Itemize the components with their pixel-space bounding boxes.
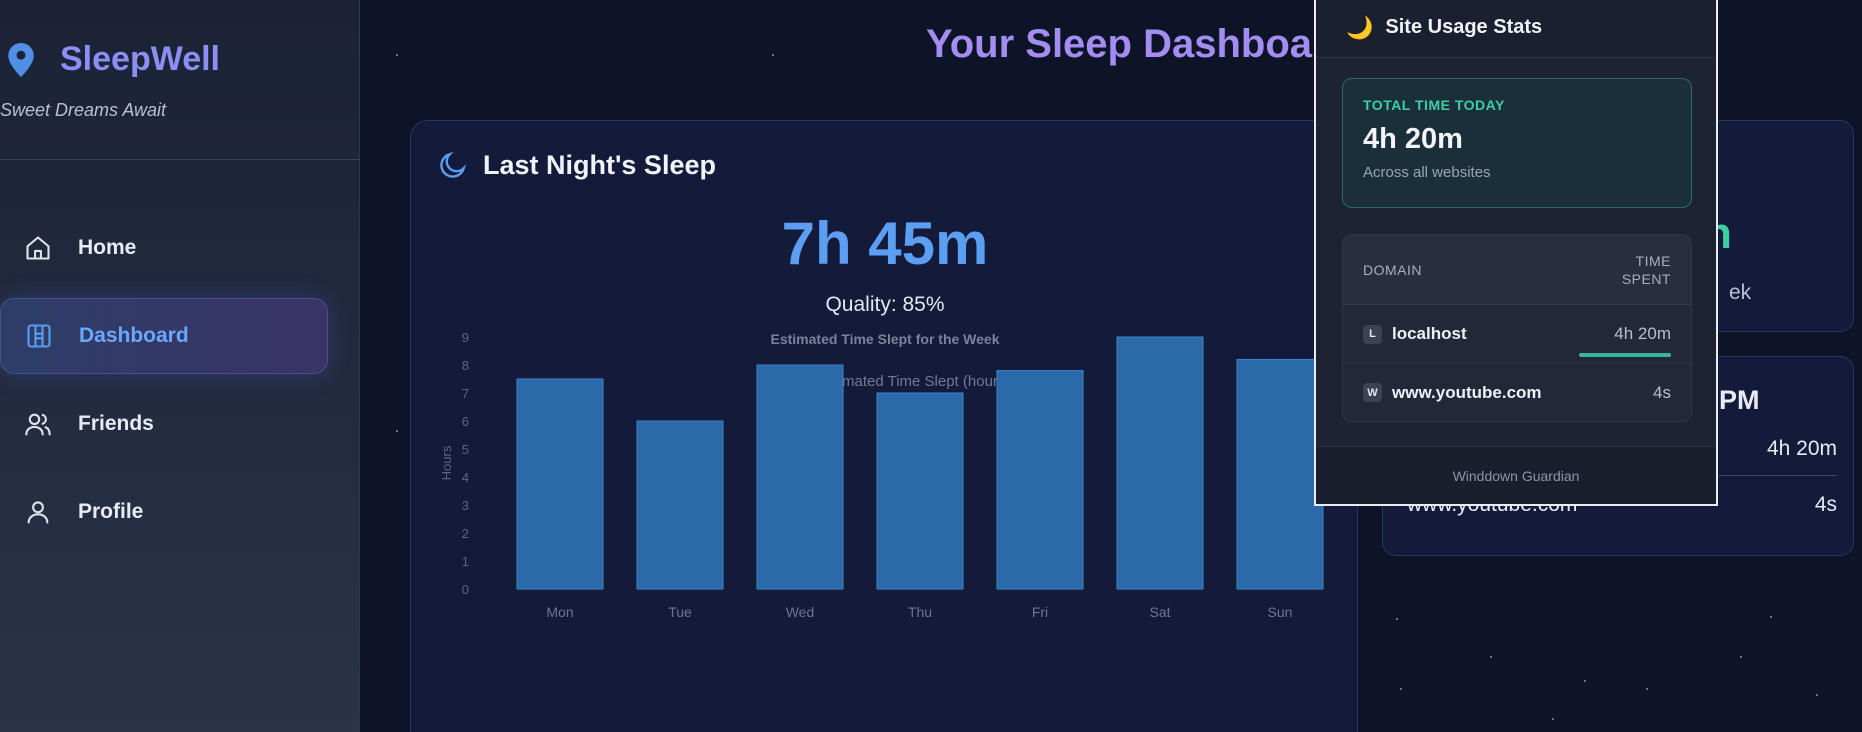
star [772, 54, 774, 56]
sidebar-item-label: Home [78, 236, 137, 259]
brand-tagline: Sweet Dreams Await [0, 100, 167, 120]
total-subtitle: Across all websites [1363, 164, 1491, 181]
y-tick-label: 2 [462, 526, 469, 541]
sidebar-item-friends[interactable]: Friends [0, 386, 328, 462]
total-time-box: TOTAL TIME TODAY 4h 20m Across all websi… [1342, 78, 1692, 208]
chart-bar [756, 364, 844, 590]
y-tick-label: 9 [462, 330, 469, 345]
x-tick-label: Tue [668, 604, 692, 620]
chart-bar [876, 392, 964, 590]
domain-table: DOMAIN TIME SPENT L localhost 4h 20m W w… [1342, 234, 1692, 422]
column-domain: DOMAIN [1363, 261, 1422, 278]
star [1816, 694, 1818, 696]
y-tick-label: 7 [462, 386, 469, 401]
column-time-spent: TIME SPENT [1622, 252, 1671, 288]
site-usage-popup: 🌙 Site Usage Stats TOTAL TIME TODAY 4h 2… [1314, 0, 1718, 506]
total-value: 4h 20m [1363, 123, 1463, 155]
favicon-icon: L [1363, 324, 1382, 344]
star [1770, 616, 1772, 618]
y-axis-label: Hours [439, 445, 454, 480]
sidebar-item-label: Dashboard [79, 324, 189, 347]
x-tick-label: Thu [908, 604, 932, 620]
star [1396, 618, 1398, 620]
last-night-sleep-card: Last Night's Sleep 7h 45m Quality: 85% E… [410, 120, 1358, 732]
y-tick-label: 5 [462, 442, 469, 457]
dashboard-icon [27, 324, 51, 348]
brand-title: SleepWell [60, 40, 220, 78]
sidebar-item-profile[interactable]: Profile [0, 474, 328, 550]
map-pin-icon [8, 42, 34, 77]
domain-name: localhost [1392, 324, 1467, 343]
sidebar: SleepWell Sweet Dreams Await Home Dashbo… [0, 0, 360, 732]
sidebar-item-home[interactable]: Home [0, 210, 328, 286]
x-tick-label: Sat [1149, 604, 1170, 620]
star [1740, 656, 1742, 658]
table-row[interactable]: W www.youtube.com 4s [1343, 363, 1691, 421]
table-header: DOMAIN TIME SPENT [1343, 235, 1691, 305]
x-tick-label: Fri [1032, 604, 1048, 620]
chart-bar [1116, 336, 1204, 590]
usage-row-value: 4h 20m [1766, 437, 1837, 460]
x-tick-label: Wed [786, 604, 815, 620]
column-time-line2: SPENT [1621, 270, 1671, 287]
page-title: Your Sleep Dashboard [926, 22, 1353, 66]
y-tick-label: 8 [462, 358, 469, 373]
stat-label-fragment: ek [1729, 281, 1752, 304]
chart-bar [516, 378, 604, 590]
sidebar-item-label: Friends [78, 412, 154, 435]
chart-bar [996, 370, 1084, 590]
sleep-bar-chart: 0 1 2 3 4 5 6 7 8 9 Hours Mon Tue Wed Thu Fri Sat Sun [439, 330, 1324, 620]
sidebar-item-dashboard[interactable]: Dashboard [0, 298, 328, 374]
popup-title: Site Usage Stats [1385, 16, 1543, 38]
star [1490, 656, 1492, 658]
time-spent: 4h 20m [1614, 324, 1671, 343]
domain-cell: W www.youtube.com [1363, 383, 1542, 403]
crescent-moon-icon: 🌙 [1346, 14, 1374, 40]
star [396, 54, 398, 56]
time-spent: 4s [1653, 382, 1671, 402]
user-icon [27, 501, 49, 524]
x-tick-label: Sun [1268, 604, 1293, 620]
brand[interactable]: SleepWell [8, 40, 220, 79]
favicon-icon: W [1363, 383, 1382, 402]
usage-bar [1579, 353, 1671, 357]
total-label: TOTAL TIME TODAY [1363, 97, 1505, 113]
y-tick-label: 1 [462, 554, 469, 569]
domain-cell: L localhost [1363, 324, 1467, 344]
star [1552, 718, 1554, 720]
home-icon [26, 236, 50, 260]
y-tick-label: 4 [462, 470, 469, 485]
x-tick-label: Mon [546, 604, 573, 620]
y-tick-label: 3 [462, 498, 469, 513]
popup-header: 🌙 Site Usage Stats [1316, 0, 1716, 58]
chart-bar [1236, 358, 1324, 590]
usage-row-value: 4s [1814, 493, 1837, 516]
table-row[interactable]: L localhost 4h 20m [1343, 305, 1691, 363]
y-tick-label: 6 [462, 414, 469, 429]
star [1584, 680, 1586, 682]
popup-footer: Winddown Guardian [1316, 446, 1716, 504]
column-time-line1: TIME [1635, 252, 1671, 269]
star [396, 430, 398, 432]
users-icon [25, 413, 51, 436]
star [1400, 688, 1402, 690]
sidebar-item-label: Profile [78, 500, 144, 523]
sidebar-divider [0, 159, 360, 160]
card-heading-fragment: PM [1719, 385, 1760, 415]
chart-bar [636, 420, 724, 590]
y-tick-label: 0 [462, 582, 469, 597]
star [1646, 688, 1648, 690]
domain-name: www.youtube.com [1392, 382, 1542, 402]
